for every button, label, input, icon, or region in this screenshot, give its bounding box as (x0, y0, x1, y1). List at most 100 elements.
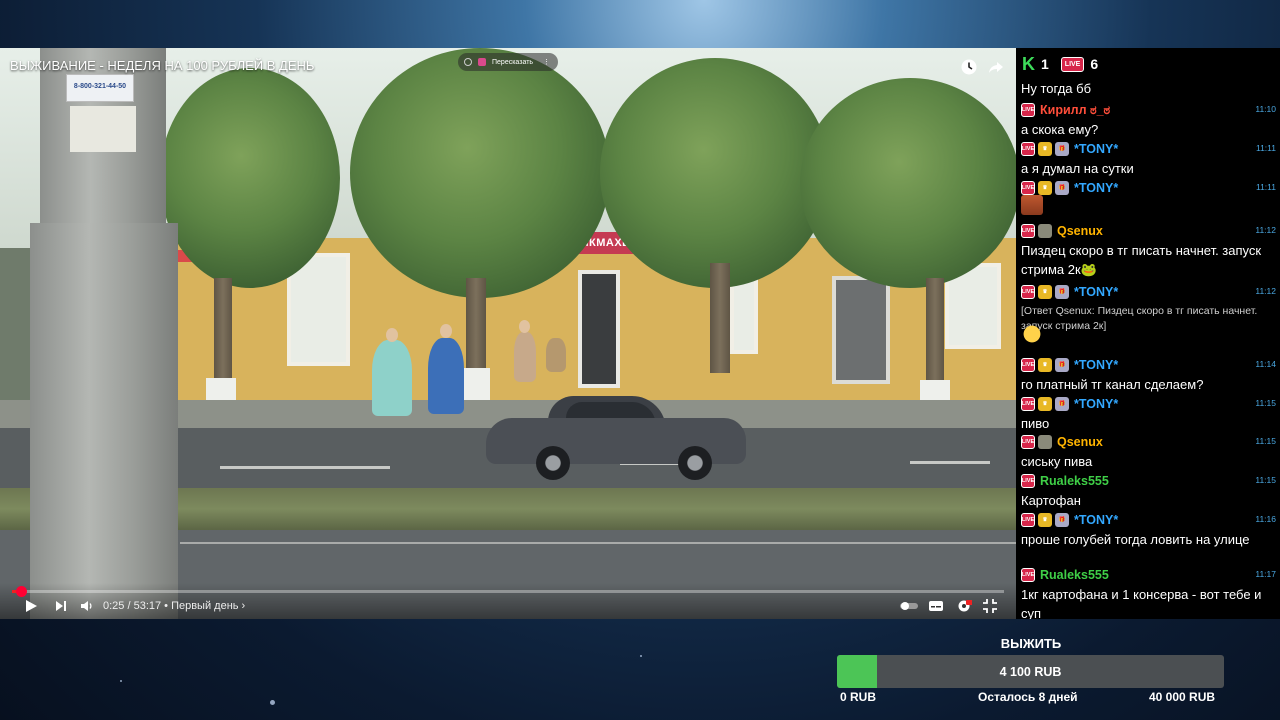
chat-user-row: LIVE ♛ 🎁 *TONY* (1021, 179, 1273, 197)
next-icon[interactable] (53, 598, 69, 614)
video-scene-car (486, 394, 746, 480)
crown-badge-icon: ♛ (1038, 142, 1052, 156)
volume-icon[interactable] (79, 598, 95, 614)
video-scene-lane-marking (220, 466, 390, 469)
chat-user-row: LIVE Qsenux (1021, 433, 1273, 451)
avatar-badge-icon (1038, 435, 1052, 449)
chat-message-text: сиську пива (1021, 454, 1093, 469)
video-scene-person-head (386, 328, 398, 342)
goal-max-amount: 40 000 RUB (1149, 690, 1216, 704)
live-badge-icon: LIVE (1021, 224, 1035, 238)
chat-username[interactable]: Rualeks555 (1040, 568, 1109, 582)
goal-title: ВЫЖИТЬ (1000, 636, 1062, 651)
chat-panel[interactable]: K 1 LIVE 6 Ну тогда бб LIVE Кирилл ಠ_ಠ 11:1… (1016, 48, 1280, 619)
settings-icon[interactable] (956, 598, 973, 614)
chat-user-row: LIVE Qsenux (1021, 222, 1273, 240)
chat-timestamp: 11:10 (1255, 104, 1276, 114)
chat-timestamp: 11:16 (1255, 514, 1276, 524)
crown-badge-icon: ♛ (1038, 358, 1052, 372)
gift-badge-icon: 🎁 (1055, 513, 1069, 527)
clock-icon[interactable] (960, 58, 978, 76)
video-scene-car-wheel (678, 446, 712, 480)
progress-knob[interactable] (16, 586, 27, 597)
k-counter: 1 (1041, 56, 1049, 72)
goal-progress-bar: 4 100 RUB (837, 655, 1224, 688)
autoplay-toggle-icon[interactable] (898, 598, 920, 614)
summarize-label: Пересказать (492, 58, 534, 66)
live-badge-icon: LIVE (1021, 474, 1035, 488)
play-icon[interactable] (23, 598, 39, 614)
face-emote-icon (1021, 195, 1043, 215)
video-scene-door (832, 276, 890, 384)
avatar-badge-icon (1038, 224, 1052, 238)
goal-remaining: Осталось 8 дней (978, 690, 1078, 704)
chat-username[interactable]: *TONY* (1074, 397, 1118, 411)
video-scene-pole (30, 223, 178, 619)
live-badge-icon: LIVE (1021, 103, 1035, 117)
video-title[interactable]: ВЫЖИВАНИЕ - НЕДЕЛЯ НА 100 РУБЛЕЙ В ДЕНЬ (10, 58, 314, 73)
chat-message-text: пиво (1021, 416, 1050, 431)
chat-timestamp: 11:14 (1255, 359, 1276, 369)
menu-dots-icon: ⋮ (543, 59, 551, 66)
progress-track[interactable] (12, 590, 1004, 593)
chat-message-text: Пиздец скоро в тг писать начнет. запуск … (1021, 243, 1262, 277)
video-scene-person (546, 338, 566, 372)
live-badge-icon: LIVE (1021, 285, 1035, 299)
live-badge-icon: LIVE (1021, 142, 1035, 156)
chat-username[interactable]: Qsenux (1057, 224, 1103, 238)
viewer-counters: K 1 LIVE 6 (1022, 54, 1098, 74)
chat-user-row: LIVE ♛ 🎁 *TONY* (1021, 511, 1273, 529)
video-scene-tree (350, 48, 610, 298)
background-star (270, 700, 275, 705)
crown-badge-icon: ♛ (1038, 181, 1052, 195)
chat-username[interactable]: *TONY* (1074, 142, 1118, 156)
chat-user-row: LIVE ♛ 🎁 *TONY* (1021, 283, 1273, 301)
goal-current-amount: 4 100 RUB (999, 664, 1062, 679)
video-scene-lane-marking (180, 542, 1016, 544)
video-scene-door (578, 270, 620, 388)
summarize-icon (464, 58, 472, 66)
video-scene-paper (70, 106, 136, 152)
chat-username[interactable]: *TONY* (1074, 358, 1118, 372)
background-star (640, 655, 642, 657)
chat-username[interactable]: Rualeks555 (1040, 474, 1109, 488)
subtitles-icon[interactable] (928, 598, 944, 614)
time-display: 0:25 / 53:17 • Первый день › (103, 600, 246, 612)
live-icon: LIVE (1060, 56, 1085, 72)
chat-user-row: LIVE ♛ 🎁 *TONY* (1021, 395, 1273, 413)
chat-username[interactable]: *TONY* (1074, 181, 1118, 195)
video-scene-person-head (440, 324, 452, 338)
live-counter: 6 (1090, 56, 1099, 72)
gift-badge-icon: 🎁 (1055, 397, 1069, 411)
video-scene-person-head (519, 320, 530, 333)
share-icon[interactable] (987, 58, 1005, 76)
laugh-emote-icon (1021, 324, 1043, 344)
gift-badge-icon: 🎁 (1055, 142, 1069, 156)
goal-min-amount: 0 RUB (840, 690, 877, 704)
chat-timestamp: 11:15 (1255, 398, 1276, 408)
chat-user-row: LIVE ♛ 🎁 *TONY* (1021, 140, 1273, 158)
chat-message-text: а я думал на сутки (1021, 161, 1134, 176)
chat-timestamp: 11:15 (1255, 436, 1276, 446)
chat-username[interactable]: Кирилл ಠ_ಠ (1040, 103, 1110, 118)
chat-user-row: LIVE Кирилл ಠ_ಠ (1021, 101, 1273, 119)
chat-user-row: LIVE ♛ 🎁 *TONY* (1021, 356, 1273, 374)
video-scene-tree (160, 68, 340, 288)
live-badge-icon: LIVE (1021, 568, 1035, 582)
video-scene-lane-marking (910, 461, 990, 464)
chat-timestamp: 11:11 (1255, 143, 1276, 153)
chat-username[interactable]: *TONY* (1074, 285, 1118, 299)
summarize-pill[interactable]: Пересказать ⋮ (458, 53, 558, 71)
video-scene-car-wheel (536, 446, 570, 480)
video-player[interactable]: ПАРИКМАХЕРСКАЯ 8-800-321-44-50 (0, 48, 1016, 619)
chat-message-text: го платный тг канал сделаем? (1021, 377, 1204, 392)
chat-username[interactable]: Qsenux (1057, 435, 1103, 449)
chat-username[interactable]: *TONY* (1074, 513, 1118, 527)
fullscreen-exit-icon[interactable] (982, 598, 998, 614)
live-badge-icon: LIVE (1021, 397, 1035, 411)
live-badge-icon: LIVE (1021, 513, 1035, 527)
k-icon: K (1022, 53, 1035, 74)
chat-message-text: 1кг картофана и 1 консерва - вот тебе и … (1021, 587, 1262, 619)
chat-timestamp: 11:12 (1255, 286, 1276, 296)
chat-message-text: Картофан (1021, 493, 1081, 508)
